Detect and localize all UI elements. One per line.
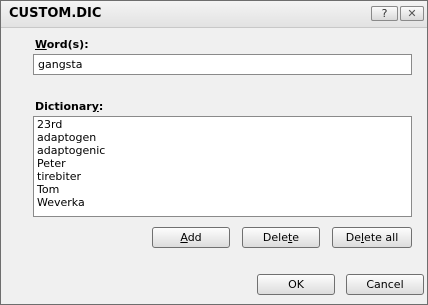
list-item[interactable]: Tom — [34, 183, 411, 196]
word-label: Word(s): — [35, 38, 89, 51]
word-label-mnemonic: W — [35, 38, 47, 51]
list-item[interactable]: adaptogenic — [34, 144, 411, 157]
add-button[interactable]: Add — [152, 227, 230, 248]
list-item[interactable]: adaptogen — [34, 131, 411, 144]
help-icon: ? — [381, 7, 388, 20]
dictionary-label-before: Dictionar — [35, 100, 92, 113]
delete-all-button-after: ete all — [364, 231, 399, 244]
ok-button[interactable]: OK — [257, 274, 335, 295]
list-item[interactable]: 23rd — [34, 118, 411, 131]
add-button-rest: dd — [187, 231, 202, 244]
title-bar[interactable]: CUSTOM.DIC ? ✕ — [1, 1, 427, 28]
dictionary-label: Dictionary: — [35, 100, 103, 113]
close-icon: ✕ — [407, 7, 417, 20]
cancel-button[interactable]: Cancel — [346, 274, 424, 295]
delete-all-button[interactable]: Delete all — [332, 227, 412, 248]
word-label-rest: ord(s): — [46, 38, 89, 51]
delete-button-after: e — [292, 231, 300, 244]
word-input[interactable] — [33, 54, 412, 75]
add-button-mnemonic: A — [180, 231, 188, 244]
dictionary-label-mnemonic: y — [91, 100, 99, 113]
delete-button[interactable]: Delete — [242, 227, 320, 248]
dialog-title: CUSTOM.DIC — [9, 6, 102, 21]
dictionary-label-after: : — [98, 100, 104, 113]
list-item[interactable]: Peter — [34, 157, 411, 170]
delete-button-before: Dele — [262, 231, 288, 244]
custom-dic-dialog: CUSTOM.DIC ? ✕ Word(s): Dictionary: 23rd… — [0, 0, 428, 305]
help-button[interactable]: ? — [371, 6, 398, 21]
list-item[interactable]: tirebiter — [34, 170, 411, 183]
delete-all-button-before: De — [345, 231, 361, 244]
list-item[interactable]: Weverka — [34, 196, 411, 209]
dictionary-list[interactable]: 23rd adaptogen adaptogenic Peter tirebit… — [33, 116, 412, 217]
close-button[interactable]: ✕ — [400, 6, 424, 21]
